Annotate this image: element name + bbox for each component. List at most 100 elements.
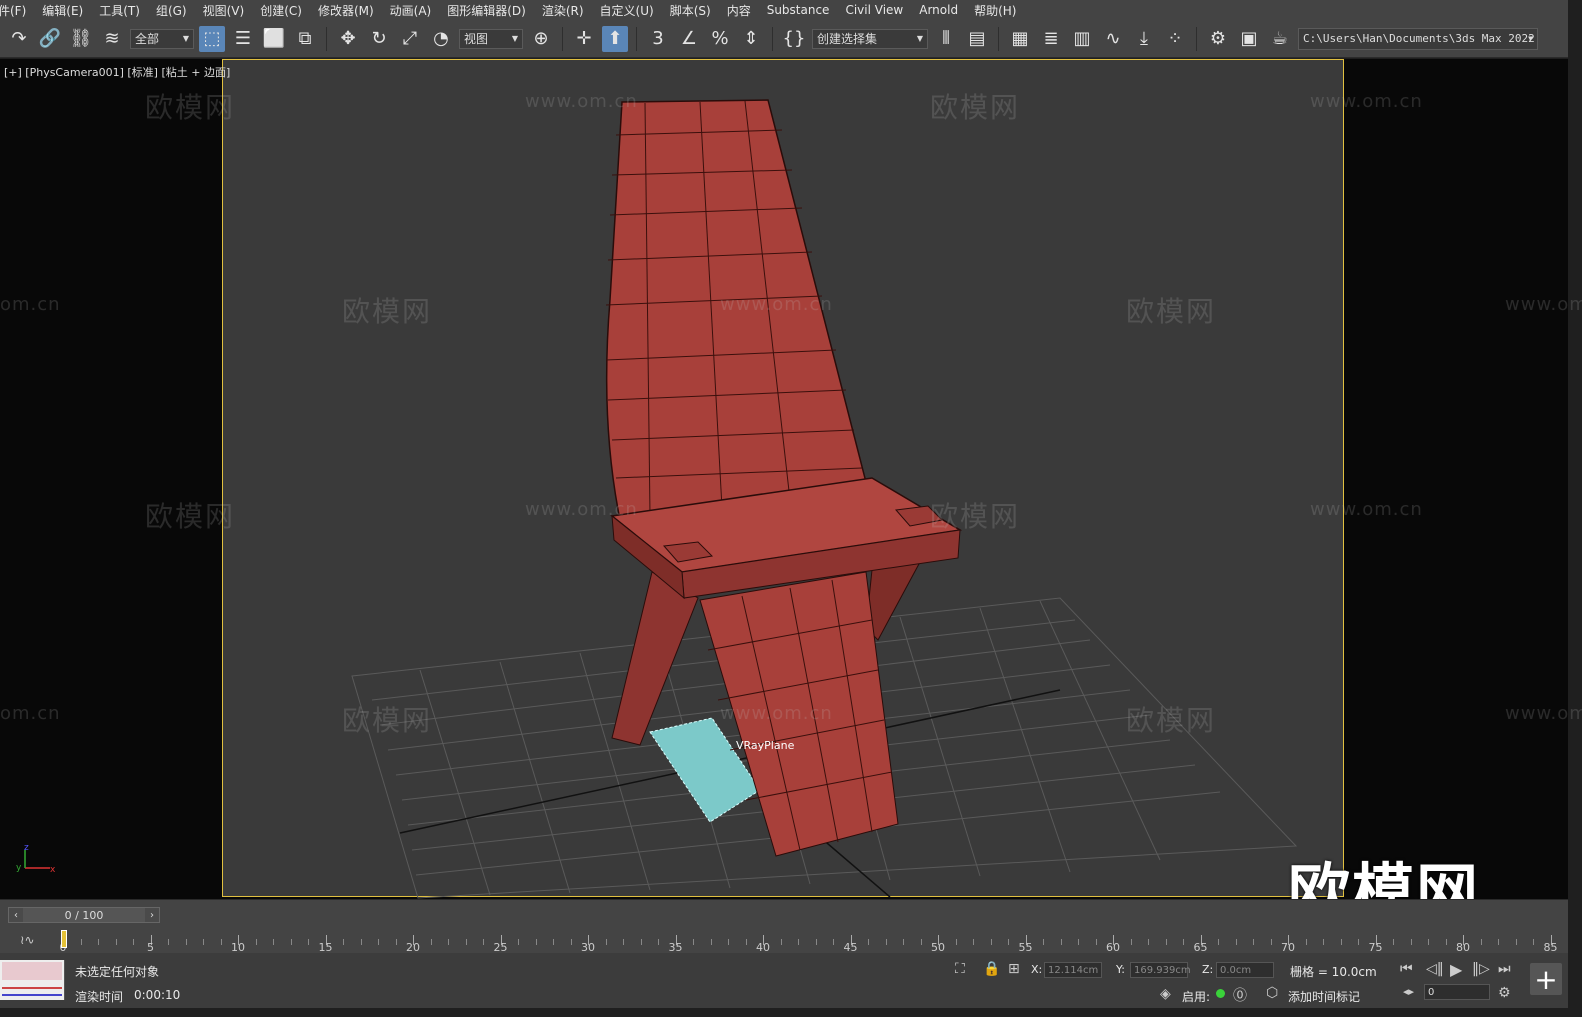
- watermark: 欧模网: [930, 500, 1021, 533]
- selection-filter-value: 全部: [135, 32, 160, 46]
- main-toolbar: ↷ 🔗 ⛓ ≋ 全部 ▼ ⬚ ☰ ⬜ ⧉ ✥ ↻ ⤢ ◔ 视图 ▼ ⊕ ✛ ⬆ 3 …: [0, 20, 1568, 58]
- menu-item[interactable]: 文件(F): [0, 2, 42, 19]
- render-setup-icon[interactable]: ⚙: [1205, 26, 1231, 52]
- timeline-tick: [1218, 939, 1219, 945]
- menu-item[interactable]: 动画(A): [390, 2, 448, 19]
- time-cursor[interactable]: [61, 930, 67, 948]
- menu-item[interactable]: 工具(T): [99, 2, 156, 19]
- mirror-icon[interactable]: ⫴: [933, 26, 959, 52]
- previous-frame-icon[interactable]: ◁‖: [1426, 961, 1444, 977]
- menu-item[interactable]: 创建(C): [260, 2, 318, 19]
- timeline-tick: [203, 939, 204, 945]
- maxscript-listener-thumb[interactable]: [0, 960, 65, 1000]
- unlink-icon[interactable]: ⛓: [68, 26, 94, 52]
- timeline-tick: [780, 939, 782, 945]
- adaptive-degradation-icon[interactable]: ◈: [1160, 986, 1171, 1002]
- mini-curve-editor-icon[interactable]: ≀∿: [20, 933, 35, 947]
- key-mode-toggle-icon[interactable]: ◂▸: [1403, 985, 1414, 998]
- timeline-tick: [1393, 939, 1394, 945]
- select-by-name-icon[interactable]: ☰: [230, 26, 256, 52]
- select-manipulate-icon[interactable]: ✛: [571, 26, 597, 52]
- y-coordinate-field[interactable]: 169.939cm: [1130, 962, 1191, 978]
- menu-item[interactable]: Civil View: [845, 3, 919, 17]
- watermark: www.om.cn: [1505, 703, 1582, 724]
- menu-item[interactable]: 视图(V): [203, 2, 261, 19]
- timeline-tick: [903, 939, 904, 945]
- status-bar: 未选定任何对象 渲染时间 0:00:10 ⛶ 🔒 ⊞ X: 12.114cm Y…: [0, 953, 1568, 1008]
- enable-status-dot[interactable]: [1216, 989, 1225, 998]
- current-frame-field[interactable]: 0: [1424, 984, 1490, 1000]
- viewport-label[interactable]: [+] [PhysCamera001] [标准] [粘土 + 边面]: [4, 64, 230, 80]
- menu-item[interactable]: 自定义(U): [600, 2, 670, 19]
- window-crossing-icon[interactable]: ⧉: [292, 26, 318, 52]
- spinner-snap-icon[interactable]: ⇕: [738, 26, 764, 52]
- watermark: www.om.cn: [720, 294, 833, 315]
- menu-item[interactable]: 内容: [727, 2, 767, 19]
- snaps-toggle-icon[interactable]: 3: [645, 26, 671, 52]
- camera-viewport[interactable]: [222, 59, 1344, 897]
- percent-snap-icon[interactable]: %: [707, 26, 733, 52]
- x-coordinate-field[interactable]: 12.114cm: [1044, 962, 1102, 978]
- next-frame-icon[interactable]: ‖▷: [1472, 961, 1490, 977]
- select-object-icon[interactable]: ⬚: [199, 25, 225, 52]
- add-time-tag[interactable]: 添加时间标记: [1288, 988, 1360, 1005]
- move-icon[interactable]: ✥: [335, 26, 361, 52]
- go-to-start-icon[interactable]: ⏮: [1400, 961, 1413, 977]
- timeline-tick: [290, 939, 292, 945]
- menu-item[interactable]: 修改器(M): [318, 2, 390, 19]
- timeline-tick: [1008, 939, 1009, 945]
- time-configuration-icon[interactable]: ⚙: [1498, 985, 1511, 1001]
- go-to-end-icon[interactable]: ⏭: [1498, 961, 1511, 977]
- time-slider[interactable]: ‹ 0 / 100 ›: [8, 907, 160, 923]
- timeline-ruler[interactable]: 0510152025303540455055606570758085: [60, 927, 1560, 954]
- z-coordinate-field[interactable]: 0.0cm: [1216, 962, 1274, 978]
- selection-filter-dropdown[interactable]: 全部 ▼: [130, 28, 194, 49]
- angle-snap-icon[interactable]: ∠: [676, 26, 702, 52]
- keyboard-shortcut-override-icon[interactable]: ⬆: [602, 25, 628, 52]
- bind-spacewarp-icon[interactable]: ≋: [99, 26, 125, 52]
- menu-item[interactable]: 图形编辑器(D): [447, 2, 542, 19]
- scale-icon[interactable]: ⤢: [397, 26, 423, 52]
- reference-coord-dropdown[interactable]: 视图 ▼: [459, 28, 523, 49]
- absolute-mode-icon[interactable]: ⊞: [1008, 961, 1020, 977]
- menu-item[interactable]: 编辑(E): [42, 2, 99, 19]
- menu-item[interactable]: Substance: [767, 3, 846, 17]
- pivot-center-icon[interactable]: ⊕: [528, 26, 554, 52]
- edit-named-selection-icon[interactable]: {}: [781, 26, 807, 52]
- rendered-frame-window-icon[interactable]: ▣: [1236, 26, 1262, 52]
- timeline-tick: [1323, 939, 1324, 945]
- menu-item[interactable]: 帮助(H): [974, 2, 1032, 19]
- redo-icon[interactable]: ↷: [6, 26, 32, 52]
- menu-item[interactable]: Arnold: [919, 3, 974, 17]
- time-tag-icon[interactable]: ⓪: [1233, 985, 1247, 1005]
- toggle-ribbon-icon[interactable]: ▥: [1069, 26, 1095, 52]
- add-button[interactable]: +: [1530, 963, 1562, 996]
- menu-item[interactable]: 组(G): [156, 2, 203, 19]
- selection-status: 未选定任何对象: [75, 965, 160, 979]
- cube-icon[interactable]: ⬡: [1266, 985, 1278, 1001]
- rotate-icon[interactable]: ↻: [366, 26, 392, 52]
- menu-item[interactable]: 脚本(S): [670, 2, 727, 19]
- named-selection-dropdown[interactable]: 创建选择集 ▼: [812, 28, 928, 49]
- separator: [326, 26, 327, 51]
- play-icon[interactable]: ▶: [1450, 960, 1462, 979]
- project-path-field[interactable]: C:\Users\Han\Documents\3ds Max 2022 ▼: [1298, 27, 1538, 50]
- scene-explorer-icon[interactable]: ▦: [1007, 26, 1033, 52]
- render-production-icon[interactable]: ☕: [1267, 26, 1293, 52]
- isolate-selection-icon[interactable]: ⛶: [955, 961, 965, 977]
- place-icon[interactable]: ◔: [428, 26, 454, 52]
- layer-explorer-icon[interactable]: ≣: [1038, 26, 1064, 52]
- menu-item[interactable]: 渲染(R): [542, 2, 600, 19]
- link-icon[interactable]: 🔗: [37, 26, 63, 52]
- curve-editor-icon[interactable]: ∿: [1100, 26, 1126, 52]
- material-editor-icon[interactable]: ⁘: [1162, 26, 1188, 52]
- schematic-view-icon[interactable]: ⤓: [1131, 26, 1157, 52]
- chevron-right-icon[interactable]: ›: [145, 908, 159, 922]
- rectangular-selection-icon[interactable]: ⬜: [261, 26, 287, 52]
- y-label: Y:: [1116, 963, 1125, 976]
- timeline-tick: [745, 939, 747, 945]
- lock-icon[interactable]: 🔒: [983, 961, 1000, 977]
- reference-coord-value: 视图: [464, 32, 489, 46]
- align-icon[interactable]: ▤: [964, 26, 990, 52]
- chevron-left-icon[interactable]: ‹: [9, 908, 23, 922]
